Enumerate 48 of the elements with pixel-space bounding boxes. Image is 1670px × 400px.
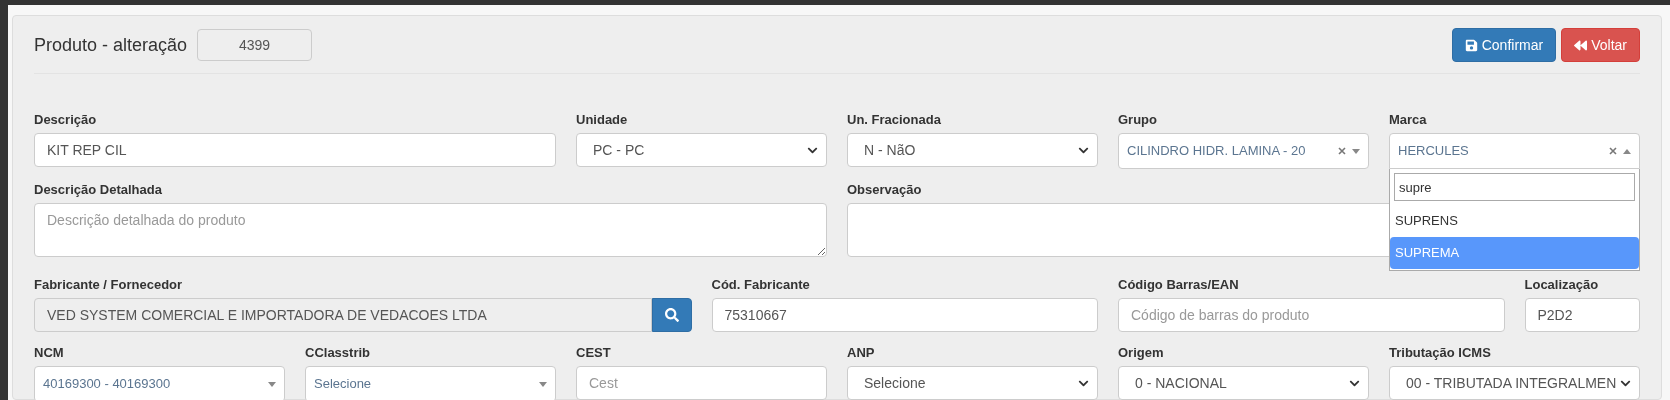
select-field[interactable]: N - NãO <box>847 133 1098 167</box>
text-area[interactable]: Descrição detalhada do produto <box>34 203 827 257</box>
field-label: Observação <box>847 182 922 197</box>
select-field[interactable]: Selecione <box>847 366 1098 400</box>
field-label: Código Barras/EAN <box>1118 277 1239 292</box>
action-button[interactable]: Confirmar <box>1451 28 1557 62</box>
dropdown-option[interactable]: SUPRENS <box>1390 205 1639 237</box>
field-label: ANP <box>847 345 875 360</box>
field-label: Un. Fracionada <box>847 112 941 127</box>
text-field[interactable]: KIT REP CIL <box>34 133 556 167</box>
supplier-field[interactable]: VED SYSTEM COMERCIAL E IMPORTADORA DE VEDACOES LTDA <box>34 298 652 332</box>
field-label: Localização <box>1524 277 1599 292</box>
select-field[interactable]: 0 - NACIONAL <box>1118 366 1369 400</box>
field-label: CEST <box>576 345 611 360</box>
field-label: Marca <box>1389 112 1427 127</box>
record-id-field[interactable]: 4399 <box>197 29 313 61</box>
dropdown-search-field[interactable]: supre <box>1394 173 1635 201</box>
field-label: Fabricante / Fornecedor <box>34 277 183 292</box>
caret-down-icon <box>539 381 547 387</box>
combo-field[interactable]: CILINDRO HIDR. LAMINA - 20 <box>1118 133 1369 169</box>
field-label: NCM <box>34 345 64 360</box>
field-label: Descrição <box>34 112 97 127</box>
text-field[interactable]: 75310667 <box>711 298 1098 332</box>
action-button[interactable]: Voltar <box>1561 28 1640 62</box>
combo-field[interactable]: Selecione <box>305 366 556 400</box>
rewind-icon <box>1574 38 1588 52</box>
field-label: Unidade <box>576 112 628 127</box>
field-label: Grupo <box>1118 112 1157 127</box>
search-icon <box>664 308 679 322</box>
field-label: CClasstrib <box>305 345 371 360</box>
caret-up-icon <box>1623 148 1631 154</box>
combo-field[interactable]: HERCULES <box>1389 133 1640 169</box>
clear-icon[interactable] <box>1609 147 1617 155</box>
field-label: Tributação ICMS <box>1389 345 1491 360</box>
field-label: Cód. Fabricante <box>711 277 810 292</box>
text-field[interactable]: Código de barras do produto <box>1118 298 1505 332</box>
field-label: Origem <box>1118 345 1164 360</box>
text-field[interactable]: Cest <box>576 366 827 400</box>
text-field[interactable]: P2D2 <box>1524 298 1640 332</box>
caret-down-icon <box>1352 148 1360 154</box>
search-button[interactable] <box>651 298 692 332</box>
combo-field[interactable]: 40169300 - 40169300 <box>34 366 285 400</box>
clear-icon[interactable] <box>1338 147 1346 155</box>
select-field[interactable]: 00 - TRIBUTADA INTEGRALMEN <box>1389 366 1640 400</box>
page-title: Produto - alteração <box>34 33 188 57</box>
field-label: Descrição Detalhada <box>34 182 162 197</box>
caret-down-icon <box>268 381 276 387</box>
select-field[interactable]: PC - PC <box>576 133 827 167</box>
